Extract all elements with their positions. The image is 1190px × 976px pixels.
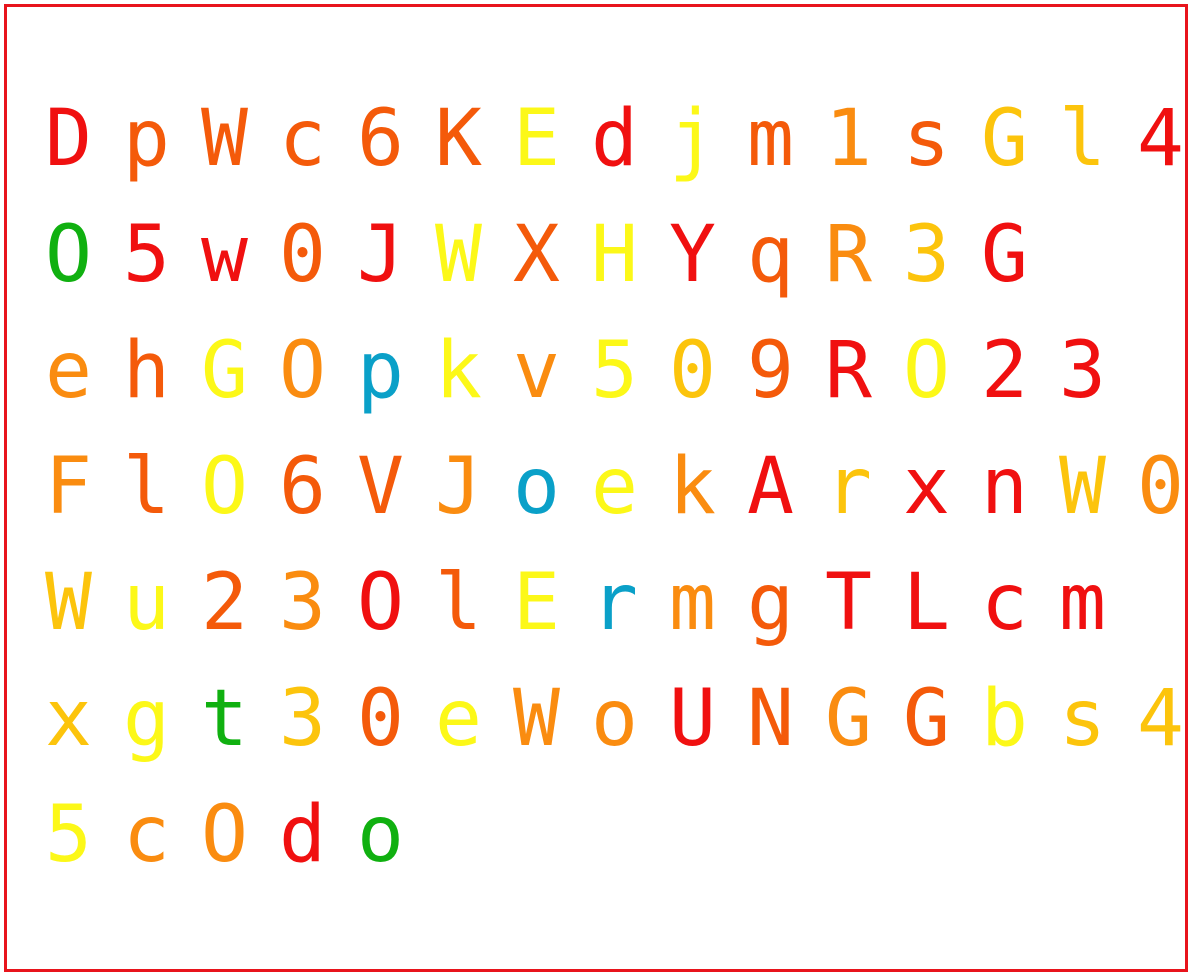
char-row-2: O5w0JWXHYqR3G [45,178,1190,294]
glyph: o [591,674,638,764]
glyph: 4 [1137,674,1184,764]
glyph: 3 [279,558,326,648]
glyph: j [669,94,716,184]
glyph: E [513,94,560,184]
glyph: e [435,674,482,764]
char-row-3: ehGOpkv509RO23 [45,294,1190,410]
glyph: O [903,326,950,416]
glyph: U [669,674,716,764]
glyph: Y [669,210,716,300]
glyph: s [1059,674,1106,764]
glyph: V [357,442,404,532]
glyph: p [357,326,404,416]
glyph: s [903,94,950,184]
glyph: E [513,558,560,648]
glyph: O [201,790,248,880]
glyph: 9 [747,326,794,416]
glyph: 0 [279,210,326,300]
glyph: 5 [591,326,638,416]
glyph: O [357,558,404,648]
glyph: g [747,558,794,648]
glyph: 3 [279,674,326,764]
character-grid: DpWc6KEdjm1sGl4O5w0JWXHYqR3GehGOpkv509RO… [45,62,1190,874]
glyph: x [903,442,950,532]
glyph: 2 [201,558,248,648]
glyph: L [903,558,950,648]
glyph: u [123,558,170,648]
glyph: c [981,558,1028,648]
glyph: o [513,442,560,532]
glyph: G [981,210,1028,300]
glyph: h [123,326,170,416]
glyph: W [513,674,560,764]
glyph: 0 [669,326,716,416]
glyph: 3 [903,210,950,300]
glyph: N [747,674,794,764]
glyph: c [279,94,326,184]
glyph: x [45,674,92,764]
glyph: F [45,442,92,532]
glyph: w [201,210,248,300]
glyph: O [279,326,326,416]
char-row-5: Wu23OlErmgTLcm [45,526,1190,642]
glyph: e [45,326,92,416]
glyph: r [825,442,872,532]
glyph: 1 [825,94,872,184]
glyph: b [981,674,1028,764]
char-row-1: DpWc6KEdjm1sGl4 [45,62,1190,178]
glyph: v [513,326,560,416]
char-row-6: xgt30eWoUNGGbs4 [45,642,1190,758]
glyph: m [669,558,716,648]
glyph: J [435,442,482,532]
glyph: O [201,442,248,532]
glyph: m [747,94,794,184]
glyph: R [825,210,872,300]
glyph: n [981,442,1028,532]
char-row-4: FlO6VJoekArxnW0 [45,410,1190,526]
glyph: m [1059,558,1106,648]
glyph: c [123,790,170,880]
glyph: G [903,674,950,764]
glyph: 5 [45,790,92,880]
glyph: o [357,790,404,880]
glyph: D [45,94,92,184]
glyph: 0 [357,674,404,764]
glyph: X [513,210,560,300]
glyph: W [435,210,482,300]
glyph: R [825,326,872,416]
glyph: l [435,558,482,648]
glyph: G [201,326,248,416]
glyph: g [123,674,170,764]
glyph: l [1059,94,1106,184]
glyph: W [201,94,248,184]
char-row-7: 5cOdo [45,758,1190,874]
glyph: 3 [1059,326,1106,416]
glyph: d [591,94,638,184]
glyph: d [279,790,326,880]
glyph: G [981,94,1028,184]
glyph: 6 [279,442,326,532]
glyph: 6 [357,94,404,184]
glyph: k [669,442,716,532]
glyph: q [747,210,794,300]
glyph: W [45,558,92,648]
glyph: 4 [1137,94,1184,184]
glyph: O [45,210,92,300]
glyph: H [591,210,638,300]
glyph: t [201,674,248,764]
glyph: r [591,558,638,648]
glyph: G [825,674,872,764]
glyph: p [123,94,170,184]
glyph: k [435,326,482,416]
glyph: 2 [981,326,1028,416]
glyph: K [435,94,482,184]
glyph: 5 [123,210,170,300]
glyph: e [591,442,638,532]
glyph: A [747,442,794,532]
glyph: l [123,442,170,532]
glyph: T [825,558,872,648]
glyph: J [357,210,404,300]
glyph: W [1059,442,1106,532]
glyph: 0 [1137,442,1184,532]
